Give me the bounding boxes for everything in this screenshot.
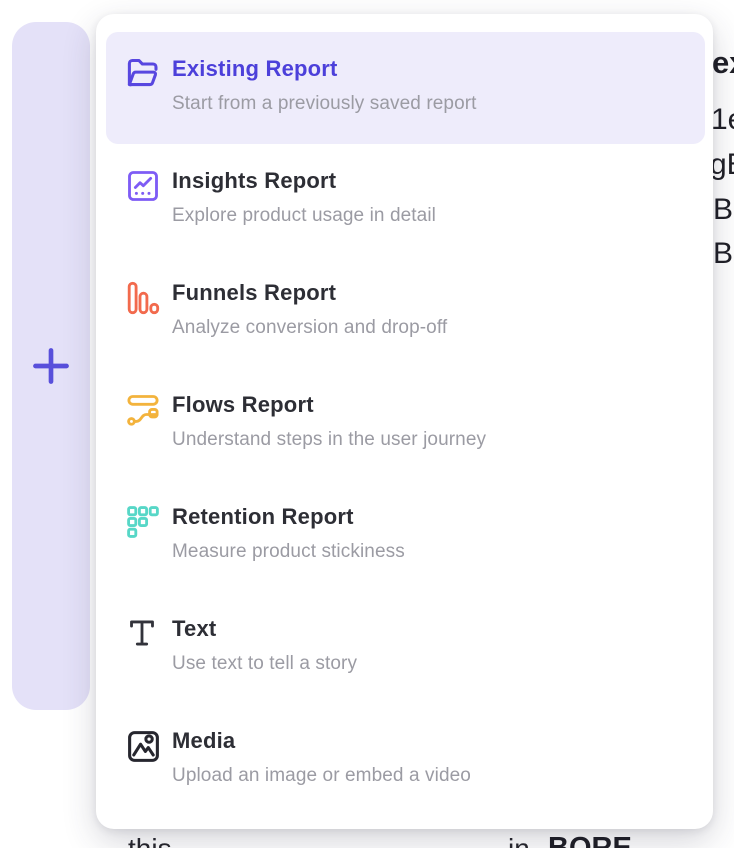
menu-item-label: Flows Report: [172, 392, 486, 418]
menu-item-description: Start from a previously saved report: [172, 93, 477, 115]
menu-item-existing-report[interactable]: Existing Report Start from a previously …: [106, 32, 705, 144]
menu-item-retention-report[interactable]: Retention Report Measure product stickin…: [106, 480, 705, 592]
plus-icon: [31, 346, 71, 386]
menu-item-label: Funnels Report: [172, 280, 447, 306]
background-text-fragment: B: [713, 195, 733, 225]
background-text-fragment: BORE: [548, 834, 632, 848]
background-text-fragment: ex: [712, 47, 734, 78]
background-text-fragment: in: [508, 835, 530, 848]
menu-item-label: Existing Report: [172, 56, 477, 82]
add-report-menu: Existing Report Start from a previously …: [96, 14, 713, 829]
background-text-fragment: gB: [710, 150, 734, 180]
board-add-rail: [12, 22, 90, 710]
background-text-fragment: 1e: [711, 105, 734, 135]
flows-path-icon: [125, 392, 163, 430]
menu-item-description: Measure product stickiness: [172, 541, 405, 563]
background-text-fragment: B: [713, 239, 733, 269]
menu-item-description: Understand steps in the user journey: [172, 429, 486, 451]
media-image-icon: [125, 728, 163, 766]
menu-item-description: Analyze conversion and drop-off: [172, 317, 447, 339]
menu-item-description: Explore product usage in detail: [172, 205, 436, 227]
menu-item-media[interactable]: Media Upload an image or embed a video: [106, 704, 705, 816]
folder-open-icon: [125, 56, 163, 94]
menu-item-description: Upload an image or embed a video: [172, 765, 471, 787]
menu-item-text[interactable]: Text Use text to tell a story: [106, 592, 705, 704]
add-to-board-button[interactable]: [29, 344, 73, 388]
menu-item-insights-report[interactable]: Insights Report Explore product usage in…: [106, 144, 705, 256]
menu-item-flows-report[interactable]: Flows Report Understand steps in the use…: [106, 368, 705, 480]
menu-item-funnels-report[interactable]: Funnels Report Analyze conversion and dr…: [106, 256, 705, 368]
insights-chart-icon: [125, 168, 163, 206]
menu-item-label: Retention Report: [172, 504, 405, 530]
menu-item-label: Insights Report: [172, 168, 436, 194]
menu-item-description: Use text to tell a story: [172, 653, 357, 675]
retention-grid-icon: [125, 504, 163, 542]
menu-item-label: Text: [172, 616, 357, 642]
menu-item-label: Media: [172, 728, 471, 754]
funnel-bars-icon: [125, 280, 163, 318]
background-text-fragment: this: [128, 835, 172, 848]
text-icon: [125, 616, 163, 654]
